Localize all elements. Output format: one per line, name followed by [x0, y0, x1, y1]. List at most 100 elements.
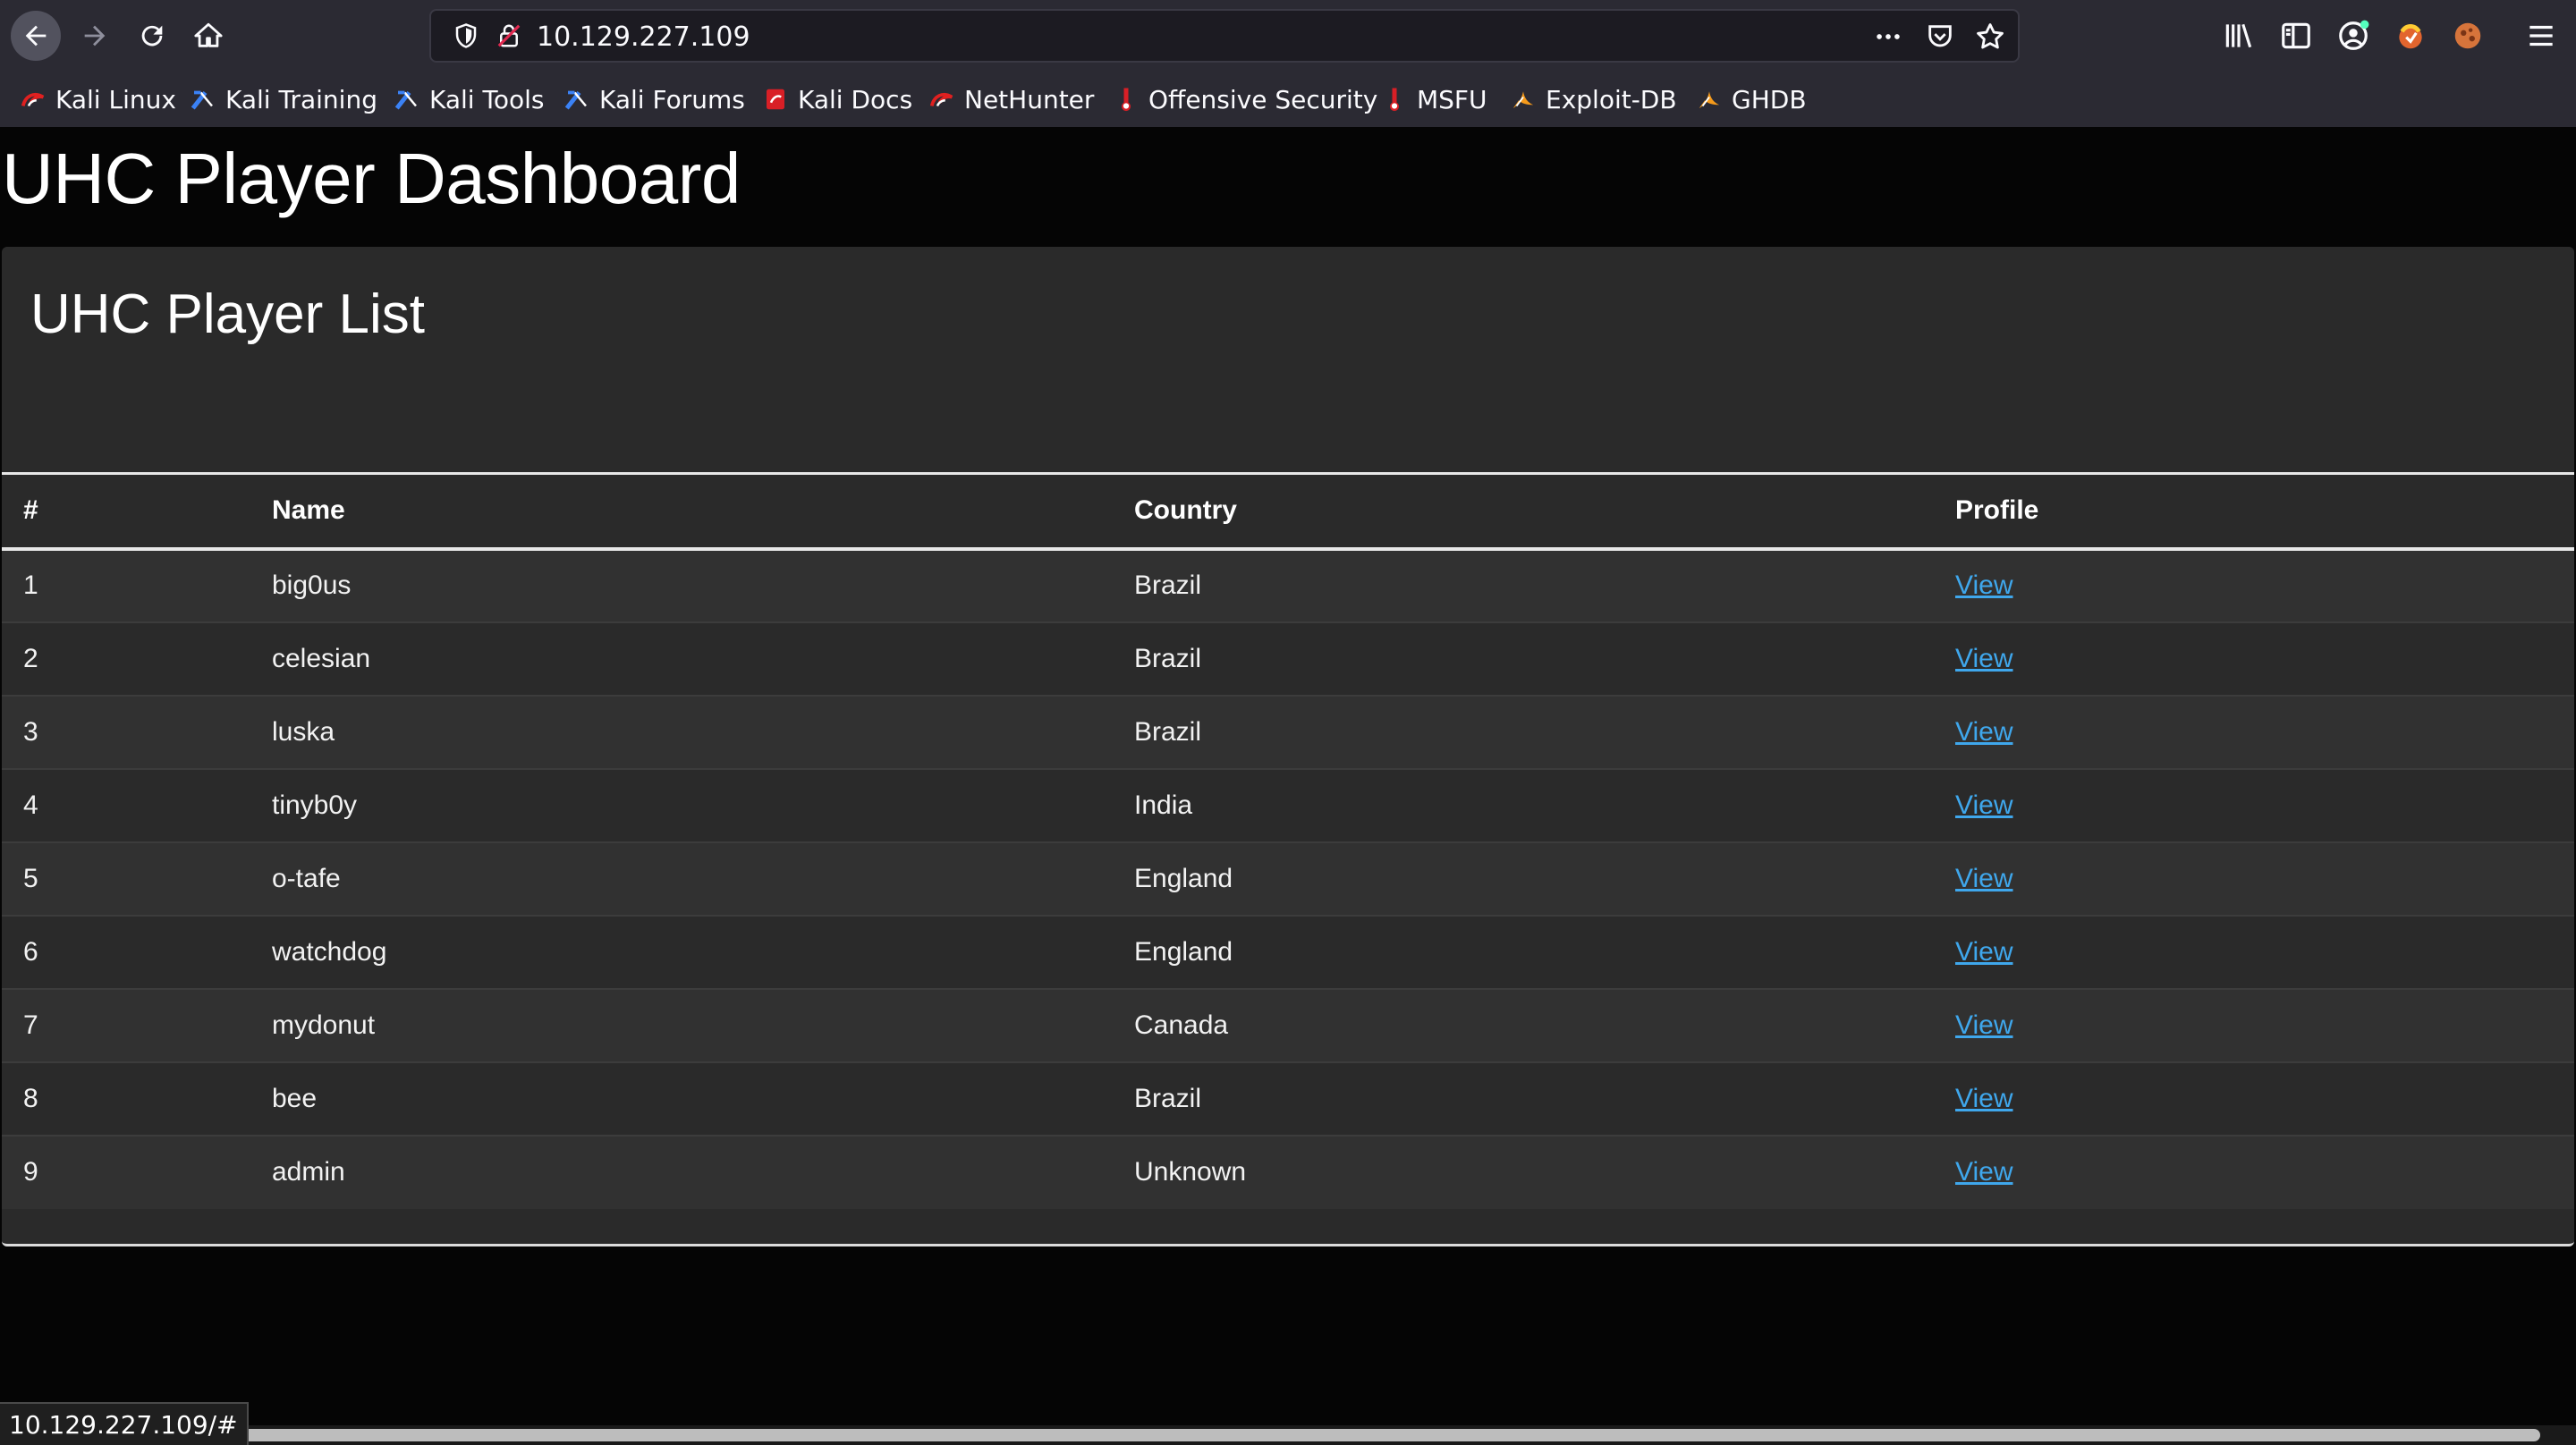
bookmark-kali-forums[interactable]: Kali Forums: [564, 84, 745, 114]
menu-icon[interactable]: [2524, 19, 2558, 53]
bookmark-offensive-security[interactable]: Offensive Security: [1113, 84, 1377, 114]
bookmark-label: Kali Docs: [798, 84, 913, 114]
library-icon[interactable]: [2222, 19, 2256, 53]
bookmark-label: Offensive Security: [1148, 84, 1378, 114]
view-profile-link[interactable]: View: [1955, 1010, 2012, 1040]
player-name: o-tafe: [272, 863, 341, 893]
bookmark-ghdb[interactable]: GHDB: [1696, 84, 1807, 114]
player-list-card: UHC Player List # Name Country Profile 1…: [2, 247, 2574, 1246]
bookmark-kali-tools[interactable]: Kali Tools: [394, 84, 544, 114]
view-profile-link[interactable]: View: [1955, 570, 2012, 600]
url-text[interactable]: 10.129.227.109: [537, 21, 750, 53]
page-actions-icon[interactable]: [1873, 21, 1903, 52]
bookmark-label: MSFU: [1417, 84, 1487, 114]
extension-icon[interactable]: [2394, 19, 2428, 53]
bookmark-msfu[interactable]: MSFU: [1381, 84, 1487, 114]
player-number: 3: [23, 716, 38, 747]
bookmark-label: NetHunter: [964, 84, 1095, 114]
table-row: 4 tinyb0y India View: [2, 768, 2574, 842]
kali-docs-icon: [767, 89, 784, 110]
sidebar-icon[interactable]: [2279, 19, 2313, 53]
player-country: Brazil: [1134, 643, 1202, 673]
player-country: India: [1134, 790, 1193, 820]
player-number: 7: [23, 1010, 38, 1040]
player-name: watchdog: [272, 936, 387, 967]
player-name: tinyb0y: [272, 790, 358, 820]
player-name: mydonut: [272, 1010, 376, 1040]
player-country: Unknown: [1134, 1157, 1247, 1187]
bookmark-label: Kali Tools: [429, 84, 545, 114]
table-row: 8 bee Brazil View: [2, 1061, 2574, 1136]
kali-forums-icon: [564, 90, 587, 110]
player-name: luska: [272, 716, 335, 747]
forward-button[interactable]: [70, 11, 120, 61]
bookmarks-toolbar: Kali Linux Kali Training Kali Tools Kali…: [0, 72, 2576, 127]
bookmark-kali-docs[interactable]: Kali Docs: [762, 84, 912, 114]
player-country: England: [1134, 863, 1233, 893]
player-number: 5: [23, 863, 38, 893]
browser-toolbar: 10.129.227.109: [0, 0, 2576, 72]
bookmark-label: Kali Training: [225, 84, 377, 114]
bookmark-star-icon[interactable]: [1975, 21, 2005, 52]
table-row: 2 celesian Brazil View: [2, 621, 2574, 696]
forward-icon: [84, 25, 106, 46]
column-header-country: Country: [1134, 495, 1237, 526]
player-name: bee: [272, 1083, 318, 1113]
reload-icon: [141, 25, 163, 46]
reload-button[interactable]: [127, 11, 177, 61]
offsec-icon: [1122, 88, 1131, 112]
table-header-row: # Name Country Profile: [2, 473, 2574, 549]
bookmark-exploit-db[interactable]: Exploit-DB: [1510, 84, 1677, 114]
msfu-icon: [1390, 88, 1399, 112]
home-button[interactable]: [183, 11, 233, 61]
player-name: big0us: [272, 570, 352, 600]
bookmark-label: Exploit-DB: [1546, 84, 1677, 114]
table-row: 1 big0us Brazil View: [2, 548, 2574, 622]
back-button[interactable]: [11, 11, 61, 61]
table-row: 5 o-tafe England View: [2, 841, 2574, 916]
exploitdb-icon: [1513, 91, 1534, 108]
bookmark-label: Kali Linux: [55, 84, 176, 114]
page-title: UHC Player Dashboard: [2, 139, 741, 218]
bookmark-kali-training[interactable]: Kali Training: [190, 84, 377, 114]
player-name: admin: [272, 1157, 345, 1187]
kali-dragon-icon: [21, 92, 45, 107]
view-profile-link[interactable]: View: [1955, 644, 2012, 673]
table-row: 9 admin Unknown View: [2, 1135, 2574, 1209]
shield-icon[interactable]: [453, 22, 479, 49]
player-number: 6: [23, 936, 38, 967]
extension-icon[interactable]: [2451, 19, 2485, 53]
status-bar-url: 10.129.227.109/#: [0, 1402, 249, 1445]
column-header-name: Name: [272, 495, 345, 526]
page-content: UHC Player Dashboard UHC Player List # N…: [0, 127, 2576, 1425]
pocket-icon[interactable]: [1925, 21, 1955, 52]
bookmark-kali-linux[interactable]: Kali Linux: [20, 84, 176, 114]
card-title: UHC Player List: [30, 283, 425, 345]
insecure-lock-icon[interactable]: [496, 22, 522, 49]
player-name: celesian: [272, 643, 371, 673]
table-row: 7 mydonut Canada View: [2, 988, 2574, 1062]
view-profile-link[interactable]: View: [1955, 937, 2012, 967]
player-country: Brazil: [1134, 716, 1202, 747]
view-profile-link[interactable]: View: [1955, 790, 2012, 820]
horizontal-scrollbar-thumb[interactable]: [215, 1429, 2540, 1441]
view-profile-link[interactable]: View: [1955, 1157, 2012, 1187]
player-number: 2: [23, 643, 38, 673]
player-country: England: [1134, 936, 1233, 967]
view-profile-link[interactable]: View: [1955, 1084, 2012, 1113]
home-icon: [194, 22, 223, 47]
player-number: 9: [23, 1157, 38, 1187]
account-icon[interactable]: [2336, 19, 2370, 53]
player-number: 8: [23, 1083, 38, 1113]
view-profile-link[interactable]: View: [1955, 864, 2012, 893]
player-table: # Name Country Profile 1 big0us Brazil V…: [2, 472, 2574, 1209]
address-bar[interactable]: 10.129.227.109: [429, 9, 2020, 63]
back-icon: [25, 25, 47, 46]
bookmark-nethunter[interactable]: NetHunter: [928, 84, 1094, 114]
view-profile-link[interactable]: View: [1955, 717, 2012, 747]
table-row: 6 watchdog England View: [2, 915, 2574, 989]
table-row: 3 luska Brazil View: [2, 695, 2574, 769]
kali-training-icon: [191, 90, 213, 110]
player-country: Canada: [1134, 1010, 1229, 1040]
player-country: Brazil: [1134, 1083, 1202, 1113]
